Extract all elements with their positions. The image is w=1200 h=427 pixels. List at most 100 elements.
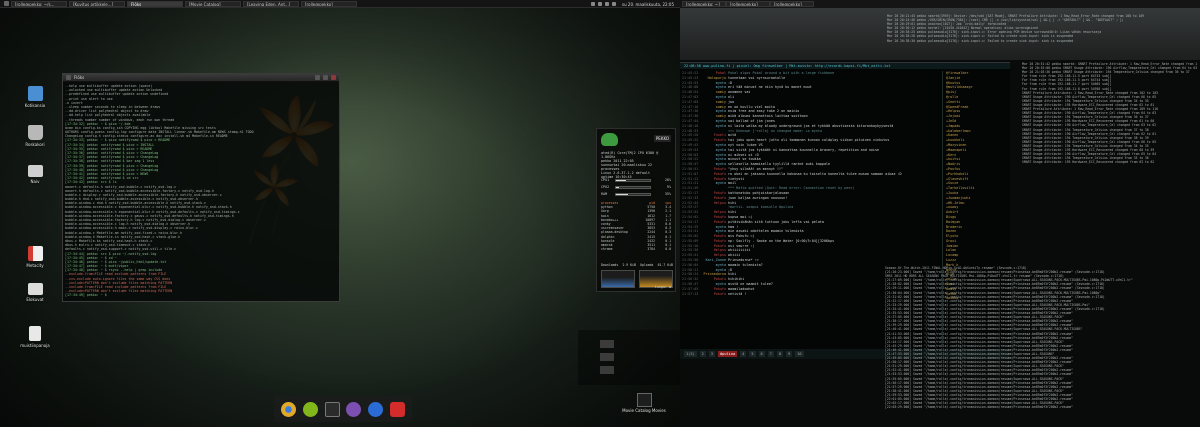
download-graph bbox=[601, 270, 635, 288]
desktop-icon-metacity[interactable]: Metacity bbox=[22, 246, 48, 268]
ram-label: RAM bbox=[601, 192, 608, 196]
ram-percent: 35% bbox=[664, 192, 671, 196]
chat-icon[interactable] bbox=[612, 2, 617, 6]
irc-message-text: netistä ! bbox=[728, 291, 747, 296]
right-desktop: [rolle@pekko: ~] [rolle@pekko] [rolle@pe… bbox=[680, 0, 1200, 427]
irc-topic-bar: 22:08:50 www.pulina.fi | pixiel: Omg fir… bbox=[680, 63, 1010, 69]
drive-icon bbox=[27, 165, 43, 177]
desktop-icon-label: Metacity bbox=[26, 263, 44, 268]
minimize-icon[interactable] bbox=[315, 75, 320, 80]
window-title: Flöks bbox=[74, 75, 85, 80]
irc-window-button[interactable]: 1(3) bbox=[684, 351, 697, 357]
hostname-badge: PEKKO bbox=[653, 135, 671, 142]
irc-message-text: pitäisikähän sitä tuttuun joku leffa vai… bbox=[728, 219, 824, 224]
desktop-icon-home[interactable]: Kotikansio bbox=[22, 86, 48, 108]
irc-window-button[interactable]: 10 bbox=[795, 351, 804, 357]
log-line: [22:03:29.000] Saved "/home/rolle/.confi… bbox=[885, 405, 1074, 410]
desktop-shadow-panel bbox=[578, 330, 680, 385]
process-name: chrome bbox=[601, 247, 613, 252]
process-row: chrome 3784 0.0 bbox=[601, 247, 671, 251]
battery-icon[interactable] bbox=[605, 2, 610, 6]
process-list: processes pid cpu python 5750 3.4 Xorg 1398 2… bbox=[601, 201, 671, 251]
irc-active-window[interactable]: #pulina bbox=[718, 351, 738, 357]
irc-message-text: maamin tulemista? bbox=[728, 262, 763, 267]
close-icon[interactable] bbox=[331, 75, 336, 80]
cpu2-bar-fill bbox=[616, 187, 620, 188]
taskbar-button[interactable]: [rolle@pekko: ~/s... bbox=[11, 0, 67, 7]
taskbar-button[interactable]: [rolle@pekko] bbox=[770, 1, 814, 7]
download-label: Downloads bbox=[601, 263, 619, 267]
terminal-output[interactable]: --help use multibuffer update action (sp… bbox=[65, 84, 337, 299]
transmission-log[interactable]: Season.Of.The.Witch.2011.FINAL.HDRip.Xvi… bbox=[885, 266, 1197, 424]
clapperboard-icon bbox=[636, 393, 652, 407]
process-pid: 3784 bbox=[647, 247, 655, 252]
irc-window-button[interactable]: 9 bbox=[786, 351, 793, 357]
process-rows: python 5750 3.4 Xorg 1398 2.1 kwin 1612 1.7 bonob… bbox=[601, 205, 671, 251]
system-tray: su 20. maaliskuuta, 22:05 bbox=[591, 0, 674, 8]
cpu2-bar bbox=[615, 186, 651, 189]
irc-window-button[interactable]: 6 bbox=[758, 351, 765, 357]
host-info: ated(R) Core(TM)2 CPU 6300 @ 1.86GHz pek… bbox=[601, 151, 671, 179]
host-line: sunnuntai 20.maaliskuu 22 processes bbox=[601, 163, 653, 171]
terminal-window[interactable]: Flöks --help use multibuffer update acti… bbox=[62, 73, 340, 302]
desktop-icon-notes[interactable]: muistiinpanoja bbox=[20, 326, 50, 348]
irc-window-button[interactable]: 3 bbox=[708, 351, 715, 357]
folder-icon bbox=[27, 86, 43, 101]
left-taskbar: [rolle@pekko: ~/s... [Kuvitus artikkele.… bbox=[0, 0, 680, 8]
upload-label: Uploads bbox=[640, 263, 654, 267]
pidgin-icon[interactable] bbox=[346, 401, 362, 417]
desktop-icon-movie-catalog[interactable]: Movie Catalog Movies bbox=[614, 393, 674, 413]
menu-icon[interactable] bbox=[4, 1, 9, 6]
irc-window-button[interactable]: 7 bbox=[767, 351, 774, 357]
irc-timestamp: 21:57:13 bbox=[682, 291, 699, 296]
desktop-icon-label: Naiv bbox=[30, 179, 40, 184]
cpu1-bar-fill bbox=[616, 180, 626, 181]
irc-message-text: ro okei en jaksanu kuunnella kokonaa ku … bbox=[728, 171, 902, 176]
ram-bar bbox=[615, 193, 651, 196]
irc-message-text: juon kaljaa auringon nousuun! bbox=[728, 195, 788, 200]
volume-icon[interactable] bbox=[598, 2, 603, 6]
dock bbox=[274, 396, 412, 422]
syslog-top[interactable]: Mar 20 20:21:45 pekko smartd[3959]: Devi… bbox=[887, 14, 1197, 60]
irc-window-button[interactable]: 5 bbox=[749, 351, 756, 357]
cpu2-percent: 9% bbox=[666, 185, 671, 189]
spotify-icon[interactable] bbox=[302, 401, 318, 417]
right-taskbar: [rolle@pekko: ~] [rolle@pekko] [rolle@pe… bbox=[680, 0, 1200, 8]
network-icon[interactable] bbox=[591, 2, 596, 6]
window-menu-icon[interactable] bbox=[66, 75, 71, 80]
chrome-icon[interactable] bbox=[281, 401, 297, 417]
taskbar-button[interactable]: [Kuvitus artikkele...] bbox=[69, 0, 125, 7]
desktop-widget-bars bbox=[600, 340, 614, 380]
cpu1-label: CPU1 bbox=[601, 178, 610, 182]
syslog-right[interactable]: Mar 20 20:51:42 pekko smartd: SMART Pref… bbox=[1022, 62, 1197, 267]
desktop-icon-label: Elokuvat bbox=[26, 297, 44, 302]
taskbar-button[interactable]: [rolle@pekko: ~] bbox=[682, 1, 726, 7]
desktop-icon-movies[interactable]: Elokuvat bbox=[22, 283, 48, 302]
irc-window-button[interactable]: 8 bbox=[776, 351, 784, 357]
trash-icon bbox=[27, 125, 43, 140]
log-line: Mar 20 20:38:30 pekko pulseaudio[3176]: … bbox=[887, 38, 1074, 43]
lastfm-icon[interactable] bbox=[389, 401, 405, 417]
vlc-icon[interactable] bbox=[367, 401, 383, 417]
taskbar-button[interactable]: [Movie Catalog] bbox=[185, 0, 241, 7]
desktop-icon-trash[interactable]: Roskakori bbox=[22, 125, 48, 147]
irc-message-text: <<< Unknown [~rolle] on changed mode: +o… bbox=[728, 128, 822, 133]
left-desktop: [rolle@pekko: ~/s... [Kuvitus artikkele.… bbox=[0, 0, 680, 427]
irc-message-text: !mortii- soapui kaasulle #pulina bbox=[728, 205, 794, 210]
irc-message-text: tunnetaan voi nyrnsuraatolle bbox=[728, 75, 786, 80]
upload-value: 61.7 KiB bbox=[657, 263, 673, 267]
maximize-icon[interactable] bbox=[323, 75, 328, 80]
taskbar-button[interactable]: [rolle@pekko] bbox=[301, 0, 357, 7]
terminal-icon[interactable] bbox=[324, 401, 340, 417]
irc-window-button[interactable]: 4 bbox=[740, 351, 747, 357]
taskbar-button-active[interactable]: Flöks bbox=[127, 0, 183, 7]
clock[interactable]: su 20. maaliskuuta, 22:05 bbox=[622, 2, 674, 7]
irc-window-button[interactable]: 2 bbox=[699, 351, 706, 357]
desktop-icon-label: Roskakori bbox=[25, 142, 45, 147]
taskbar-button[interactable]: [Leaving Eden, Ant...] bbox=[243, 0, 299, 7]
desktop-icon-drive[interactable]: Naiv bbox=[22, 165, 48, 184]
taskbar-button[interactable]: [rolle@pekko] bbox=[726, 1, 770, 7]
conky-system-monitor: PEKKO ated(R) Core(TM)2 CPU 6300 @ 1.86G… bbox=[596, 128, 676, 292]
irc-nick[interactable]: Pokufu bbox=[702, 292, 728, 297]
terminal-titlebar[interactable]: Flöks bbox=[63, 74, 339, 82]
